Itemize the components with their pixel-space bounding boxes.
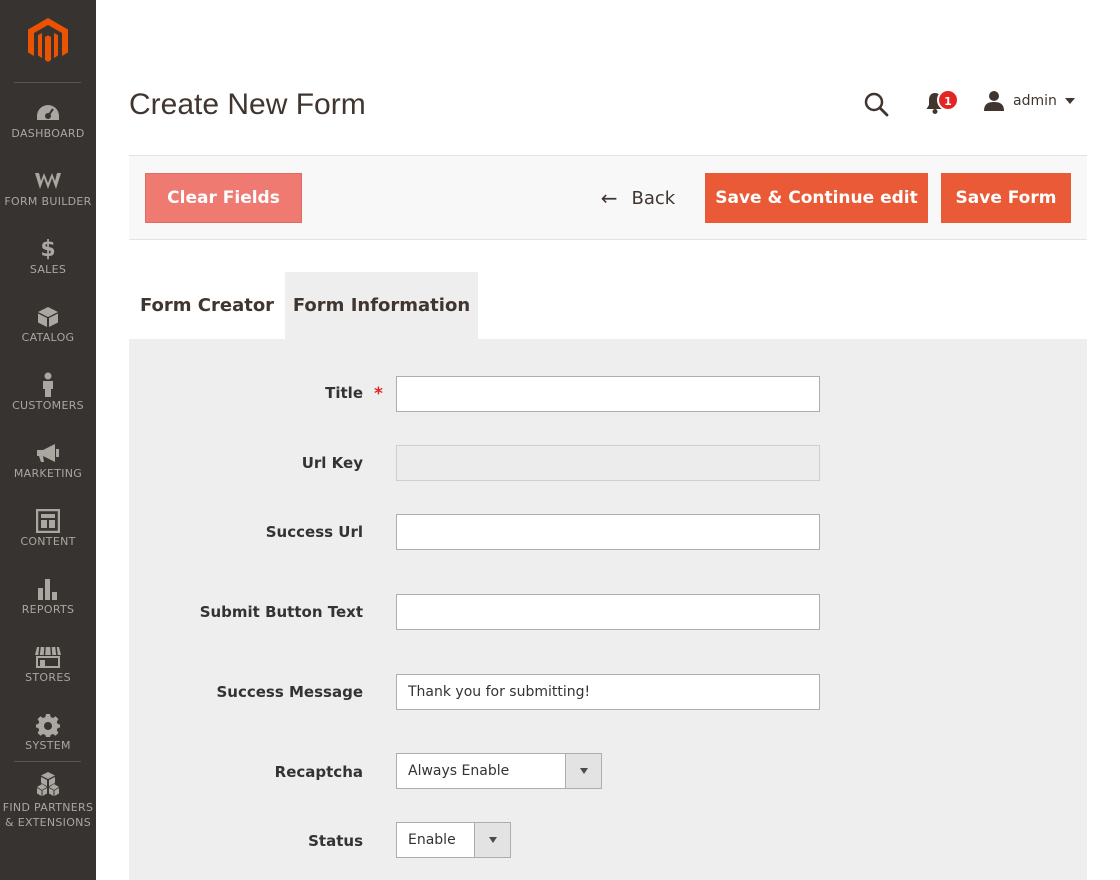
url-key-input	[396, 445, 820, 481]
sidebar-item-stores[interactable]: STORES	[0, 628, 96, 696]
sidebar-item-label: FIND PARTNERS	[2, 801, 94, 814]
sidebar-item-customers[interactable]: CUSTOMERS	[0, 356, 96, 424]
magento-logo[interactable]	[0, 0, 96, 82]
tab-form-creator[interactable]: Form Creator	[129, 272, 285, 339]
form-builder-icon	[0, 169, 96, 193]
sidebar-item-label: CUSTOMERS	[12, 399, 84, 412]
magento-logo-icon	[28, 18, 68, 62]
chevron-down-icon	[1064, 98, 1075, 104]
form-information-panel: Title * Url Key Success Url Submit Butto…	[129, 339, 1087, 880]
search-button[interactable]	[862, 90, 890, 118]
success-url-label: Success Url	[265, 523, 363, 541]
admin-sidebar: DASHBOARD FORM BUILDER $ SALES CATALOG C…	[0, 0, 96, 880]
sidebar-item-find-partners[interactable]: FIND PARTNERS & EXTENSIONS	[0, 764, 96, 844]
page-actions-bar: Clear Fields ← Back Save & Continue edit…	[129, 155, 1087, 240]
title-input[interactable]	[396, 376, 820, 412]
success-message-label: Success Message	[216, 683, 363, 701]
sidebar-item-label: SYSTEM	[25, 739, 71, 752]
sidebar-item-label: FORM BUILDER	[4, 195, 92, 208]
sidebar-item-system[interactable]: SYSTEM	[0, 696, 96, 764]
sidebar-item-label: CATALOG	[21, 331, 75, 344]
recaptcha-select[interactable]: Always Enable	[396, 753, 602, 789]
search-icon	[864, 92, 889, 117]
recaptcha-label: Recaptcha	[274, 763, 363, 781]
user-icon	[984, 91, 1004, 111]
save-form-button[interactable]: Save Form	[941, 173, 1071, 223]
sidebar-item-sales[interactable]: $ SALES	[0, 220, 96, 288]
sidebar-item-form-builder[interactable]: FORM BUILDER	[0, 152, 96, 220]
status-label: Status	[308, 832, 363, 850]
chevron-down-icon	[579, 768, 588, 774]
gear-icon	[0, 713, 96, 737]
recaptcha-select-toggle[interactable]	[565, 754, 601, 788]
back-button[interactable]: ← Back	[597, 173, 679, 223]
sidebar-item-reports[interactable]: REPORTS	[0, 560, 96, 628]
arrow-left-icon: ←	[600, 186, 618, 210]
sidebar-divider	[14, 82, 81, 83]
sidebar-item-label: MARKETING	[13, 467, 83, 480]
dashboard-icon	[0, 101, 96, 125]
sidebar-item-label-line2: & EXTENSIONS	[5, 816, 91, 829]
back-button-label: Back	[631, 187, 676, 209]
sidebar-divider	[14, 761, 81, 762]
sidebar-item-label: SALES	[29, 263, 67, 276]
url-key-label: Url Key	[301, 454, 363, 472]
chevron-down-icon	[488, 837, 497, 843]
sidebar-item-marketing[interactable]: MARKETING	[0, 424, 96, 492]
user-menu[interactable]: admin	[983, 89, 1075, 113]
person-icon	[0, 372, 96, 397]
megaphone-icon	[0, 441, 96, 465]
dollar-icon: $	[40, 236, 56, 262]
sidebar-item-label: DASHBOARD	[11, 127, 85, 140]
status-select-value: Enable	[408, 832, 456, 848]
status-select-toggle[interactable]	[474, 823, 510, 857]
user-name: admin	[1013, 93, 1057, 109]
success-url-input[interactable]	[396, 514, 820, 550]
sidebar-item-label: CONTENT	[20, 535, 76, 548]
sidebar-item-label: REPORTS	[21, 603, 75, 616]
submit-button-text-input[interactable]	[396, 594, 820, 630]
status-select[interactable]: Enable	[396, 822, 511, 858]
required-star: *	[374, 384, 383, 404]
notification-badge: 1	[937, 89, 959, 111]
box-icon	[0, 305, 96, 329]
sidebar-item-catalog[interactable]: CATALOG	[0, 288, 96, 356]
save-continue-button[interactable]: Save & Continue edit	[705, 173, 928, 223]
sidebar-item-content[interactable]: CONTENT	[0, 492, 96, 560]
store-icon	[0, 645, 96, 669]
success-message-input[interactable]	[396, 674, 820, 710]
title-label: Title	[325, 384, 363, 402]
sidebar-item-label: STORES	[25, 671, 71, 684]
recaptcha-select-value: Always Enable	[408, 763, 510, 779]
submit-button-text-label: Submit Button Text	[199, 603, 363, 621]
page-title: Create New Form	[129, 88, 366, 121]
clear-fields-button[interactable]: Clear Fields	[145, 173, 302, 223]
layout-icon	[0, 509, 96, 533]
cubes-icon	[0, 772, 96, 796]
bar-chart-icon	[0, 577, 96, 601]
sidebar-item-dashboard[interactable]: DASHBOARD	[0, 84, 96, 152]
tab-form-information[interactable]: Form Information	[285, 272, 478, 339]
